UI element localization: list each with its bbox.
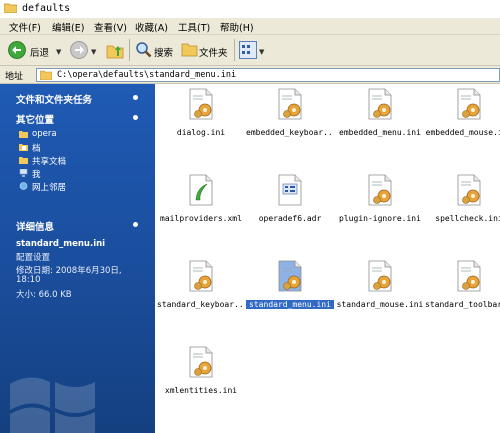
menu-favorites[interactable]: 收藏(A) xyxy=(135,20,168,34)
address-value: C:\opera\defaults\standard_menu.ini xyxy=(57,70,237,80)
task-pane: 文件和文件夹任务 其它位置 opera 档 共享文档 我 网上邻居 详细信息 s… xyxy=(0,84,155,433)
file-name: spellcheck.ini xyxy=(435,214,500,223)
ini-config-icon xyxy=(278,88,302,120)
file-item[interactable]: plugin-ignore.ini xyxy=(336,174,424,234)
views-icon[interactable] xyxy=(239,41,257,59)
folders-label: 文件夹 xyxy=(199,48,228,59)
detail-filename: standard_menu.ini xyxy=(16,239,106,249)
file-item[interactable]: xmlentities.ini xyxy=(157,346,245,406)
collapse-toggle-icon[interactable] xyxy=(133,115,138,120)
detail-size: 大小: 66.0 KB xyxy=(16,290,72,300)
other-places-title[interactable]: 其它位置 xyxy=(16,112,54,126)
ini-config-icon xyxy=(457,174,481,206)
file-item[interactable]: spellcheck.ini xyxy=(425,174,500,234)
file-name: dialog.ini xyxy=(176,128,226,137)
search-icon xyxy=(136,42,152,58)
detail-type: 配置设置 xyxy=(16,253,51,263)
file-name: plugin-ignore.ini xyxy=(339,214,421,223)
back-label: 后退 xyxy=(30,48,50,59)
ini-config-icon xyxy=(368,260,392,292)
toolbar: 后退 ▼ ▼ 搜索 文件夹 ▼ xyxy=(0,35,500,66)
network-icon xyxy=(19,182,28,190)
detail-time: 18:10 xyxy=(16,275,41,285)
file-item[interactable]: standard_mouse.ini xyxy=(336,260,424,320)
search-label: 搜索 xyxy=(154,48,174,59)
xml-file-icon xyxy=(189,174,213,206)
back-dropdown-icon[interactable]: ▼ xyxy=(56,48,61,56)
file-name: embedded_menu.ini xyxy=(339,128,421,137)
ini-config-icon xyxy=(368,88,392,120)
file-name: embedded_keyboar... xyxy=(246,128,334,137)
toolbar-separator xyxy=(234,39,235,61)
ini-config-icon xyxy=(368,174,392,206)
file-name: operadef6.adr xyxy=(258,214,322,223)
collapse-toggle-icon[interactable] xyxy=(133,222,138,227)
up-folder-icon[interactable] xyxy=(106,41,124,59)
file-name: standard_toolbar... xyxy=(425,300,500,309)
address-bar: 地址 C:\opera\defaults\standard_menu.ini xyxy=(0,66,500,84)
file-item[interactable]: mailproviders.xml xyxy=(157,174,245,234)
folders-icon xyxy=(181,43,198,57)
ini-config-icon xyxy=(189,346,213,378)
back-arrow-icon xyxy=(8,41,26,59)
expand-toggle-icon[interactable] xyxy=(133,95,138,100)
folder-icon xyxy=(19,131,28,138)
ini-config-icon xyxy=(189,260,213,292)
file-item[interactable]: dialog.ini xyxy=(157,88,245,148)
windows-logo-watermark xyxy=(10,377,95,433)
ini-config-icon xyxy=(189,88,213,120)
shared-folder-icon xyxy=(19,157,28,164)
menu-bar: 文件(F) 编辑(E) 查看(V) 收藏(A) 工具(T) 帮助(H) xyxy=(0,18,500,35)
file-name: standard_menu.ini xyxy=(246,300,334,309)
ini-config-icon xyxy=(278,260,302,292)
file-name: mailproviders.xml xyxy=(160,214,242,223)
file-item[interactable]: embedded_menu.ini xyxy=(336,88,424,148)
folder-icon xyxy=(40,70,52,80)
file-item[interactable]: standard_keyboar... xyxy=(157,260,245,320)
forward-dropdown-icon[interactable]: ▼ xyxy=(91,48,96,56)
folder-icon xyxy=(4,3,17,13)
adr-file-icon xyxy=(278,174,302,206)
tasks-title[interactable]: 文件和文件夹任务 xyxy=(16,92,92,106)
file-name: embedded_mouse.ini xyxy=(425,128,500,137)
details-title[interactable]: 详细信息 xyxy=(16,219,54,233)
menu-tools[interactable]: 工具(T) xyxy=(178,20,210,34)
file-name: standard_mouse.ini xyxy=(336,300,424,309)
menu-view[interactable]: 查看(V) xyxy=(94,20,127,34)
file-name: standard_keyboar... xyxy=(157,300,245,309)
views-dropdown-icon[interactable]: ▼ xyxy=(259,48,264,56)
file-item[interactable]: embedded_mouse.ini xyxy=(425,88,500,148)
file-item[interactable]: operadef6.adr xyxy=(246,174,334,234)
menu-help[interactable]: 帮助(H) xyxy=(220,20,254,34)
toolbar-separator xyxy=(129,39,130,61)
window-title: defaults xyxy=(22,3,71,14)
ini-config-icon xyxy=(457,88,481,120)
file-name: xmlentities.ini xyxy=(164,386,238,395)
file-item[interactable]: standard_menu.ini xyxy=(246,260,334,320)
address-input[interactable]: C:\opera\defaults\standard_menu.ini xyxy=(36,68,500,82)
file-list: dialog.ini embedded_keyboar... embedded_me… xyxy=(155,84,500,433)
forward-arrow-icon[interactable] xyxy=(70,41,88,59)
file-item[interactable]: embedded_keyboar... xyxy=(246,88,334,148)
title-bar: defaults xyxy=(0,0,500,19)
menu-file[interactable]: 文件(F) xyxy=(9,20,41,34)
documents-folder-icon xyxy=(19,144,28,151)
ini-config-icon xyxy=(457,260,481,292)
file-item[interactable]: standard_toolbar... xyxy=(425,260,500,320)
address-label: 地址 xyxy=(5,72,24,82)
menu-edit[interactable]: 编辑(E) xyxy=(52,20,84,34)
computer-icon xyxy=(19,169,28,177)
